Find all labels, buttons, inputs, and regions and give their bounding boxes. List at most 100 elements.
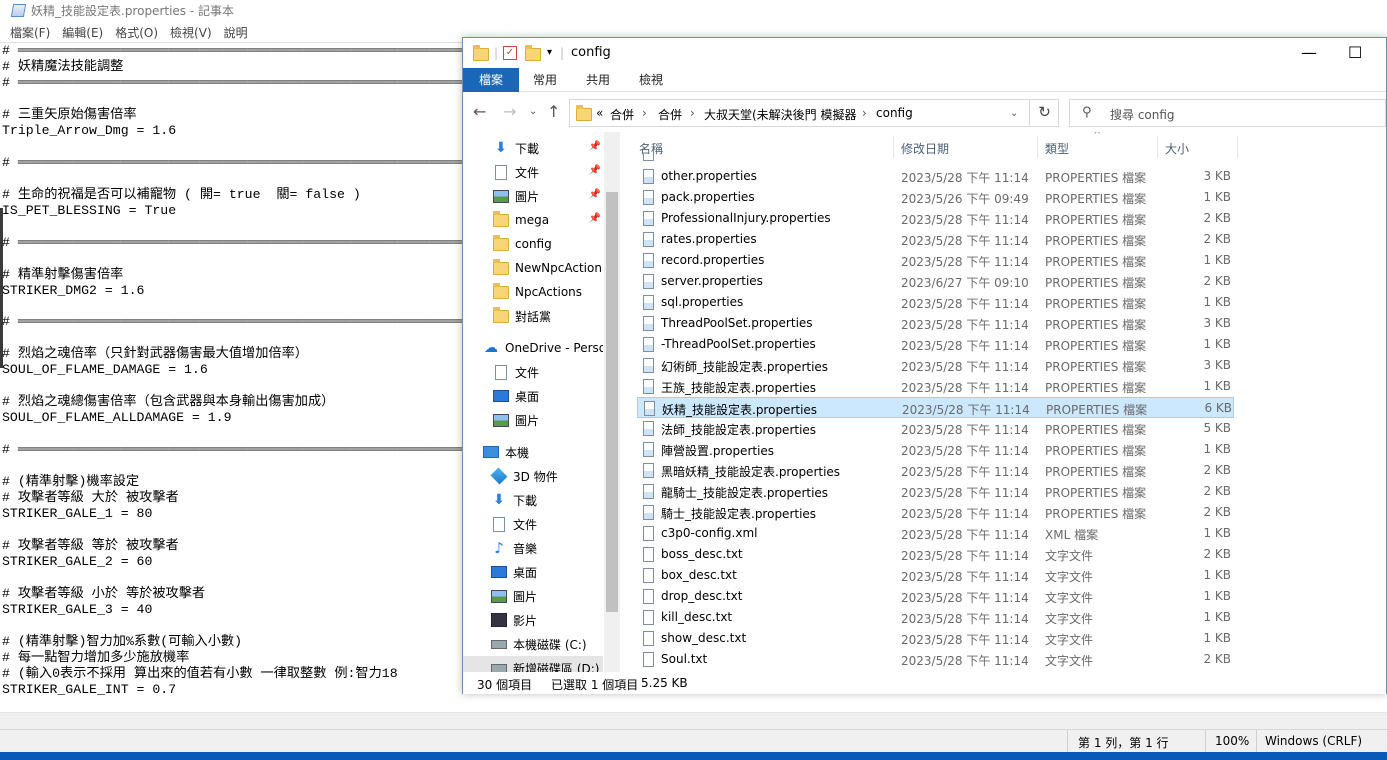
sidebar-item[interactable]: NpcActions xyxy=(463,280,603,304)
status-zoom: 100% xyxy=(1215,734,1250,748)
file-row[interactable]: show_desc.txt 2023/5/28 下午 11:14 文字文件 1 KB xyxy=(637,628,1234,649)
sidebar-item[interactable]: 桌面 xyxy=(463,384,603,408)
tab-file[interactable]: 檔案 xyxy=(463,68,519,92)
file-date: 2023/5/28 下午 11:14 xyxy=(901,423,1029,437)
file-row[interactable]: ThreadPoolSet.properties 2023/5/28 下午 11:… xyxy=(637,313,1234,334)
file-name: server.properties xyxy=(661,274,763,288)
file-row[interactable]: 黑暗妖精_技能設定表.properties 2023/5/28 下午 11:14 P… xyxy=(637,460,1234,481)
status-encoding: Windows (CRLF) xyxy=(1265,734,1363,748)
scrollbar-thumb[interactable] xyxy=(606,192,618,612)
sidebar-item[interactable]: 文件 xyxy=(463,512,603,536)
breadcrumb-item[interactable]: 大叔天堂(未解決後門 模擬器 xyxy=(704,106,857,123)
file-name: drop_desc.txt xyxy=(661,589,743,603)
tab-home[interactable]: 常用 xyxy=(525,68,565,92)
sidebar-item[interactable]: 圖片 xyxy=(463,408,603,432)
breadcrumb-overflow[interactable]: « xyxy=(596,106,603,120)
breadcrumb-current[interactable]: config xyxy=(876,106,913,120)
sidebar-item-label: 音樂 xyxy=(513,541,538,556)
file-row[interactable]: -ThreadPoolSet.properties 2023/5/28 下午 11… xyxy=(637,334,1234,355)
file-row[interactable]: c3p0-config.xml 2023/5/28 下午 11:14 XML 檔案 1… xyxy=(637,523,1234,544)
file-row[interactable]: sql.properties 2023/5/28 下午 11:14 PROPERTI… xyxy=(637,292,1234,313)
back-arrow-icon[interactable]: ← xyxy=(473,102,486,121)
file-row[interactable]: 妖精_技能設定表.properties 2023/5/28 下午 11:14 PRO… xyxy=(637,397,1234,418)
maximize-button[interactable]: ☐ xyxy=(1348,43,1362,62)
recent-locations-chevron-icon[interactable]: ⌄ xyxy=(529,106,537,117)
search-input[interactable]: ⚲ 搜尋 config xyxy=(1069,99,1386,127)
refresh-icon[interactable]: ↻ xyxy=(1029,99,1059,127)
sidebar-item[interactable]: 圖片 📌 xyxy=(463,184,603,208)
breadcrumb-separator-chevron-icon[interactable]: › xyxy=(690,106,695,120)
sidebar-item-label: mega xyxy=(515,213,550,227)
address-bar[interactable]: « 合併 › 合併 › 大叔天堂(未解決後門 模擬器 › config ⌄ xyxy=(569,99,1059,127)
sidebar-item[interactable]: 圖片 xyxy=(463,584,603,608)
address-dropdown-chevron-icon[interactable]: ⌄ xyxy=(1010,108,1018,119)
file-row[interactable]: pack.properties 2023/5/26 下午 09:49 PROPERT… xyxy=(637,187,1234,208)
file-row[interactable]: 王族_技能設定表.properties 2023/5/28 下午 11:14 PRO… xyxy=(637,376,1234,397)
file-row-partial[interactable] xyxy=(637,154,1234,166)
breadcrumb-item[interactable]: 合併 xyxy=(658,106,682,123)
menu-help[interactable]: 說明 xyxy=(218,24,254,41)
file-row[interactable]: rates.properties 2023/5/28 下午 11:14 PROPER… xyxy=(637,229,1234,250)
sidebar-item[interactable]: 桌面 xyxy=(463,560,603,584)
sidebar-item[interactable]: NewNpcAction xyxy=(463,256,603,280)
breadcrumb-item[interactable]: 合併 xyxy=(610,106,634,123)
file-row[interactable]: 龍騎士_技能設定表.properties 2023/5/28 下午 11:14 PR… xyxy=(637,481,1234,502)
file-type: 文字文件 xyxy=(1045,633,1094,647)
file-row[interactable]: 陣營設置.properties 2023/5/28 下午 11:14 PROPERT… xyxy=(637,439,1234,460)
file-row[interactable]: 幻術師_技能設定表.properties 2023/5/28 下午 11:14 PR… xyxy=(637,355,1234,376)
sidebar-item[interactable]: ⬇ 下載 xyxy=(463,488,603,512)
sidebar-item[interactable]: 文件 xyxy=(463,360,603,384)
sidebar-item[interactable]: config xyxy=(463,232,603,256)
file-row[interactable]: box_desc.txt 2023/5/28 下午 11:14 文字文件 1 KB xyxy=(637,565,1234,586)
minimize-button[interactable]: — xyxy=(1301,43,1317,62)
document-icon xyxy=(495,364,507,380)
file-row[interactable]: kill_desc.txt 2023/5/28 下午 11:14 文字文件 1 KB xyxy=(637,607,1234,628)
file-row[interactable]: record.properties 2023/5/28 下午 11:14 PROPE… xyxy=(637,250,1234,271)
sidebar-item[interactable]: ☁ OneDrive - Perso xyxy=(463,336,603,360)
file-row[interactable]: drop_desc.txt 2023/5/28 下午 11:14 文字文件 1 KB xyxy=(637,586,1234,607)
sidebar-item-label: OneDrive - Perso xyxy=(505,341,603,355)
file-icon xyxy=(643,442,654,457)
file-name: 陣營設置.properties xyxy=(661,444,775,458)
customize-toolbar-icon[interactable]: ▾ xyxy=(547,47,552,58)
file-row[interactable]: boss_desc.txt 2023/5/28 下午 11:14 文字文件 2 KB xyxy=(637,544,1234,565)
notepad-horizontal-scrollbar[interactable] xyxy=(0,712,1387,729)
tab-view[interactable]: 檢視 xyxy=(631,68,671,92)
file-row[interactable]: Soul.txt 2023/5/28 下午 11:14 文字文件 2 KB xyxy=(637,649,1234,670)
column-separator[interactable] xyxy=(1237,136,1238,158)
tab-share[interactable]: 共用 xyxy=(578,68,618,92)
breadcrumb-separator-chevron-icon[interactable]: › xyxy=(642,106,647,120)
new-folder-icon[interactable] xyxy=(525,45,541,61)
sidebar-item[interactable]: 文件 📌 xyxy=(463,160,603,184)
sidebar-item[interactable]: ⬇ 下載 📌 xyxy=(463,136,603,160)
navigation-pane-scrollbar[interactable] xyxy=(604,132,620,672)
sidebar-item[interactable]: 本機磁碟 (C:) xyxy=(463,632,603,656)
file-row[interactable]: other.properties 2023/5/28 下午 11:14 PROPER… xyxy=(637,166,1234,187)
picture-icon xyxy=(493,413,509,427)
sidebar-item[interactable]: ♪ 音樂 xyxy=(463,536,603,560)
sidebar-item[interactable]: 新增磁碟區 (D:) xyxy=(463,656,603,672)
file-row[interactable]: server.properties 2023/6/27 下午 09:10 PROPE… xyxy=(637,271,1234,292)
forward-arrow-icon[interactable]: → xyxy=(503,102,516,121)
sidebar-item[interactable]: 3D 物件 xyxy=(463,464,603,488)
menu-format[interactable]: 格式(O) xyxy=(109,24,164,41)
sidebar-item[interactable]: 本機 xyxy=(463,440,603,464)
up-arrow-icon[interactable]: ↑ xyxy=(547,102,560,121)
breadcrumb-separator-chevron-icon[interactable]: › xyxy=(862,106,867,120)
file-row[interactable]: ProfessionalInjury.properties 2023/5/28 下… xyxy=(637,208,1234,229)
sidebar-item[interactable]: mega 📌 xyxy=(463,208,603,232)
file-row[interactable]: 騎士_技能設定表.properties 2023/5/28 下午 11:14 PRO… xyxy=(637,502,1234,523)
sidebar-item[interactable]: 影片 xyxy=(463,608,603,632)
file-icon xyxy=(643,337,654,352)
file-row[interactable]: 法師_技能設定表.properties 2023/5/28 下午 11:14 PRO… xyxy=(637,418,1234,439)
menu-file[interactable]: 檔案(F) xyxy=(4,24,56,41)
pin-icon: 📌 xyxy=(588,165,601,176)
file-list-scrollbar[interactable] xyxy=(1372,132,1386,672)
sidebar-item[interactable]: 對話黨 xyxy=(463,304,603,328)
menu-view[interactable]: 檢視(V) xyxy=(164,24,218,41)
file-explorer-window: | ✓ ▾ | config — ☐ 檔案 常用 共用 檢視 ← → ⌄ ↑ «… xyxy=(462,37,1387,694)
properties-icon[interactable]: ✓ xyxy=(503,46,517,60)
menu-edit[interactable]: 編輯(E) xyxy=(56,24,109,41)
file-size: 1 KB xyxy=(1203,190,1231,204)
file-icon xyxy=(643,652,654,667)
